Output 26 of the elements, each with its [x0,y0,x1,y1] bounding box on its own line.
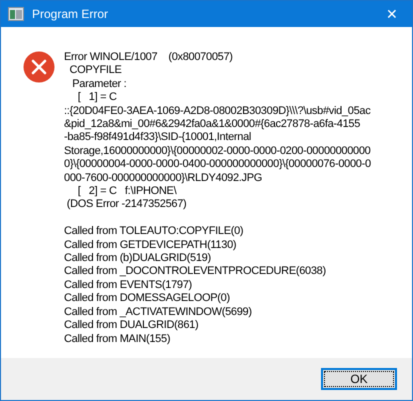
call-stack-line: Called from DUALGRID(861) [64,319,200,333]
message-line: (DOS Error -2147352567) [66,198,188,212]
call-stack-line: Called from GETDEVICEPATH(1130) [64,238,238,252]
error-icon [23,51,55,83]
window-title: Program Error [32,7,110,21]
message-line: [ 2] = C f:\IPHONE\ [76,185,178,198]
call-stack-line: Called from DOMESSAGELOOP(0) [64,292,231,306]
call-stack-line: Called from TOLEAUTO:COPYFILE(0) [64,225,244,239]
app-icon [8,7,24,21]
call-stack-line: Called from _DOCONTROLEVENTPROCEDURE(6038) [64,265,327,279]
message-line: Parameter : [71,78,128,92]
message-line: 000-7600-000000000000}\RLDY4092.JPG [64,172,264,186]
message-line: Error WINOLE/1007 (0x80070057) [64,51,234,64]
ok-button[interactable]: OK [321,368,397,390]
message-line: COPYFILE [68,64,123,78]
message-line: ::{20D04FE0-3AEA-1069-A2D8-08002B30309D}\\\?\usb#vid_05ac [64,104,371,118]
call-stack-line: Called from _ACTIVATEWINDOW(5699) [64,306,253,320]
call-stack-line: Called from (b)DUALGRID(519) [64,252,212,266]
message-line: [ 1] = C [76,91,118,105]
close-button[interactable]: ✕ [372,6,412,22]
message-line: -ba85-f98f491d4f33}\SID-{10001,Internal [64,131,252,145]
call-stack-line: Called from MAIN(155) [64,332,172,346]
call-stack-line: Called from EVENTS(1797) [64,278,193,292]
message-line: Storage,16000000000}\{00000002-0000-0000-0200-00000000000 [64,144,371,158]
message-line: 0}\{00000004-0000-0000-0400-000000000000}\{00000076-0000-0 [64,158,371,172]
message-line: &pid_12a8&mi_00#6&2942fa0a&1&0000#{6ac27878-a6fa-4155 [64,118,362,132]
